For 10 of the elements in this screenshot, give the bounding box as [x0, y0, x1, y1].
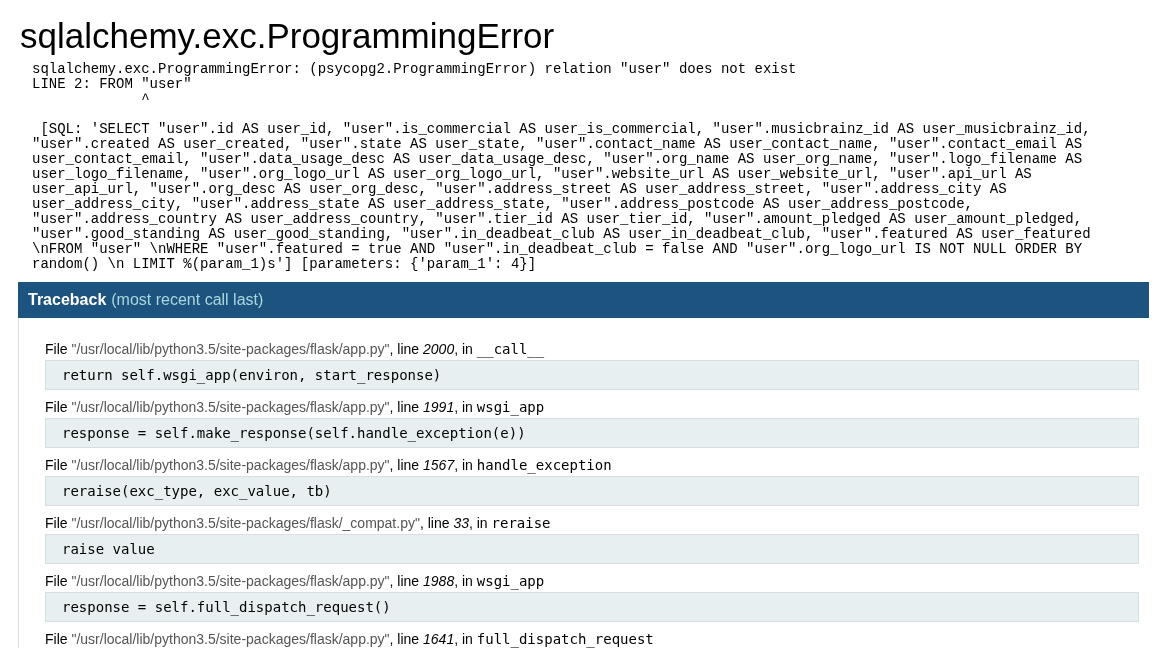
traceback-title: Traceback [28, 291, 107, 309]
traceback-subtitle: (most recent call last) [111, 291, 264, 309]
frame-location: File "/usr/local/lib/python3.5/site-packages/flask/app.py", line 2000, in __call__ [45, 340, 545, 358]
page-title: sqlalchemy.exc.ProgrammingError [20, 15, 556, 57]
frame-location: File "/usr/local/lib/python3.5/site-packages/flask/app.py", line 1567, in handle_exception [45, 456, 612, 474]
frame-location: File "/usr/local/lib/python3.5/site-packages/flask/app.py", line 1991, in wsgi_app [45, 398, 545, 416]
frame-location: File "/usr/local/lib/python3.5/site-packages/flask/_compat.py", line 33, in reraise [45, 514, 551, 532]
frame-location: File "/usr/local/lib/python3.5/site-packages/flask/app.py", line 1988, in wsgi_app [45, 572, 545, 590]
error-message: sqlalchemy.exc.ProgrammingError: (psycopg2.ProgrammingError) relation "user" does not exist LINE 2: FROM "user" ^ [SQL: 'SELECT "user".id AS user_id, "user".is_commercial AS user_is_commercial, "user".musicbrainz_id AS user_musicbrainz_id, "user".created AS user_created, "user".state AS user_state, "user".contact_name AS user_contact_name, "user".contact_email AS user_contact_email, "user".data_usage_desc AS user_data_usage_desc, "user".org_name AS user_org_name, "user".logo_filename AS user_logo_filename, "user".org_logo_url AS user_org_logo_url, "user".website_url AS user_website_url, "user".api_url AS user_api_url, "user".org_desc AS user_org_desc, "user".address_street AS user_address_street, "user".address_city AS user_address_city, "user".address_state AS user_address_state, "user".address_postcode AS user_address_postcode, "user".address_country AS user_address_country, "user".tier_id AS user_tier_id, "user".amount_pledged AS user_amount_pledged, "user".good_standing AS user_good_standing, "user".in_deadbeat_club AS user_in_deadbeat_club, "user".featured AS user_featured \nFROM "user" \nWHERE "user".featured = true AND "user".in_deadbeat_club = false AND "user".org_logo_url IS NOT NULL ORDER BY random() \n LIMIT %(param_1)s'] [parameters: {'param_1': 4}] [32, 62, 1091, 272]
frame-location: File "/usr/local/lib/python3.5/site-packages/flask/app.py", line 1641, in full_dispatch_request [45, 630, 654, 648]
